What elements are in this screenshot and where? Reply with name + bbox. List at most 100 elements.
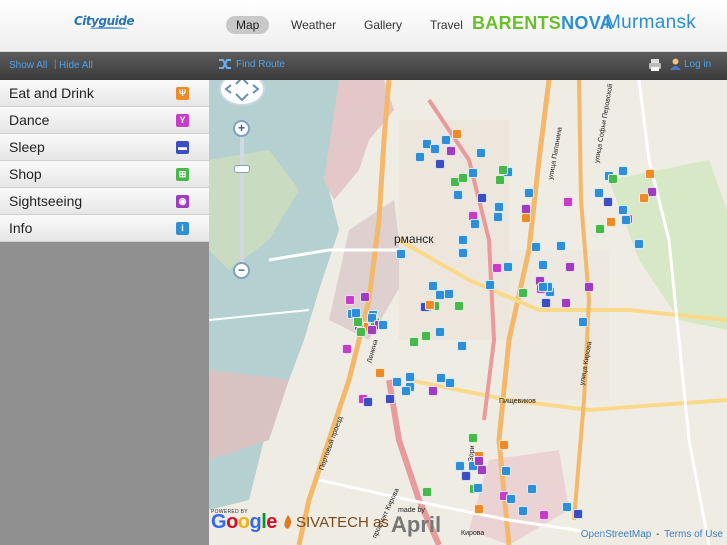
food-marker[interactable] bbox=[521, 213, 531, 223]
info-marker[interactable] bbox=[458, 235, 468, 245]
food-marker[interactable] bbox=[639, 193, 649, 203]
shop-marker[interactable] bbox=[454, 301, 464, 311]
shop-marker[interactable] bbox=[458, 173, 468, 183]
info-marker[interactable] bbox=[538, 282, 548, 292]
sleep-marker[interactable] bbox=[385, 394, 395, 404]
sight-marker[interactable] bbox=[584, 282, 594, 292]
sight-marker[interactable] bbox=[367, 325, 377, 335]
map-view[interactable]: рманск Портовый проезд Ленина проспект К… bbox=[209, 80, 727, 545]
cityguide-logo[interactable]: Cityguide bbox=[74, 14, 134, 31]
category-sightseeing[interactable]: Sightseeing ◉ bbox=[0, 188, 209, 215]
dance-marker[interactable] bbox=[539, 510, 549, 520]
info-marker[interactable] bbox=[618, 166, 628, 176]
info-marker[interactable] bbox=[634, 239, 644, 249]
info-marker[interactable] bbox=[351, 308, 361, 318]
info-marker[interactable] bbox=[444, 289, 454, 299]
info-marker[interactable] bbox=[527, 484, 537, 494]
dance-marker[interactable] bbox=[563, 197, 573, 207]
zoom-in-button[interactable]: + bbox=[233, 120, 250, 137]
sight-marker[interactable] bbox=[474, 456, 484, 466]
info-marker[interactable] bbox=[594, 188, 604, 198]
info-marker[interactable] bbox=[578, 317, 588, 327]
info-marker[interactable] bbox=[506, 494, 516, 504]
sight-marker[interactable] bbox=[561, 298, 571, 308]
info-marker[interactable] bbox=[494, 202, 504, 212]
food-marker[interactable] bbox=[425, 300, 435, 310]
zoom-slider-handle[interactable] bbox=[234, 165, 250, 173]
info-marker[interactable] bbox=[405, 372, 415, 382]
food-marker[interactable] bbox=[499, 440, 509, 450]
shop-marker[interactable] bbox=[468, 433, 478, 443]
shop-marker[interactable] bbox=[595, 224, 605, 234]
info-marker[interactable] bbox=[493, 212, 503, 222]
info-marker[interactable] bbox=[473, 483, 483, 493]
pan-control[interactable] bbox=[219, 80, 265, 106]
sight-marker[interactable] bbox=[428, 386, 438, 396]
info-marker[interactable] bbox=[476, 148, 486, 158]
login-button[interactable]: Log in bbox=[670, 58, 711, 70]
nav-gallery[interactable]: Gallery bbox=[364, 16, 402, 34]
zoom-slider[interactable] bbox=[240, 126, 244, 268]
show-all-link[interactable]: Show All bbox=[9, 60, 47, 71]
sight-marker[interactable] bbox=[360, 292, 370, 302]
sleep-marker[interactable] bbox=[603, 197, 613, 207]
sleep-marker[interactable] bbox=[573, 509, 583, 519]
info-marker[interactable] bbox=[524, 188, 534, 198]
sight-marker[interactable] bbox=[477, 465, 487, 475]
find-route-button[interactable]: Find Route bbox=[218, 58, 285, 70]
nav-travel[interactable]: Travel bbox=[430, 16, 463, 34]
info-marker[interactable] bbox=[621, 215, 631, 225]
shop-marker[interactable] bbox=[608, 174, 618, 184]
food-marker[interactable] bbox=[452, 129, 462, 139]
info-marker[interactable] bbox=[453, 190, 463, 200]
info-marker[interactable] bbox=[455, 461, 465, 471]
info-marker[interactable] bbox=[518, 506, 528, 516]
info-marker[interactable] bbox=[435, 290, 445, 300]
sight-marker[interactable] bbox=[565, 262, 575, 272]
info-marker[interactable] bbox=[458, 248, 468, 258]
dance-marker[interactable] bbox=[492, 263, 502, 273]
info-marker[interactable] bbox=[401, 386, 411, 396]
info-marker[interactable] bbox=[457, 341, 467, 351]
info-marker[interactable] bbox=[531, 242, 541, 252]
printer-icon[interactable] bbox=[648, 58, 662, 72]
sleep-marker[interactable] bbox=[461, 471, 471, 481]
shop-marker[interactable] bbox=[353, 317, 363, 327]
info-marker[interactable] bbox=[396, 249, 406, 259]
info-marker[interactable] bbox=[468, 168, 478, 178]
category-eat-and-drink[interactable]: Eat and Drink Ψ bbox=[0, 80, 209, 107]
food-marker[interactable] bbox=[375, 368, 385, 378]
food-marker[interactable] bbox=[606, 217, 616, 227]
category-shop[interactable]: Shop ⊞ bbox=[0, 161, 209, 188]
shop-marker[interactable] bbox=[421, 331, 431, 341]
sleep-marker[interactable] bbox=[477, 193, 487, 203]
dance-marker[interactable] bbox=[345, 295, 355, 305]
shop-marker[interactable] bbox=[422, 487, 432, 497]
shop-marker[interactable] bbox=[356, 327, 366, 337]
info-marker[interactable] bbox=[562, 502, 572, 512]
category-info[interactable]: Info i bbox=[0, 215, 209, 242]
info-marker[interactable] bbox=[441, 135, 451, 145]
google-logo[interactable]: Google bbox=[211, 511, 277, 534]
food-marker[interactable] bbox=[474, 504, 484, 514]
food-marker[interactable] bbox=[645, 169, 655, 179]
terms-of-use-link[interactable]: Terms of Use bbox=[664, 529, 723, 540]
category-sleep[interactable]: Sleep ▬ bbox=[0, 134, 209, 161]
info-marker[interactable] bbox=[430, 144, 440, 154]
sight-marker[interactable] bbox=[446, 146, 456, 156]
dance-marker[interactable] bbox=[342, 344, 352, 354]
shop-marker[interactable] bbox=[409, 337, 419, 347]
info-marker[interactable] bbox=[392, 377, 402, 387]
shop-marker[interactable] bbox=[518, 288, 528, 298]
zoom-out-button[interactable]: − bbox=[233, 262, 250, 279]
info-marker[interactable] bbox=[538, 260, 548, 270]
info-marker[interactable] bbox=[556, 241, 566, 251]
info-marker[interactable] bbox=[485, 280, 495, 290]
info-marker[interactable] bbox=[501, 466, 511, 476]
info-marker[interactable] bbox=[436, 373, 446, 383]
sleep-marker[interactable] bbox=[435, 159, 445, 169]
sivatech-logo[interactable]: SIVATECH as bbox=[283, 514, 389, 531]
april-logo[interactable]: April bbox=[391, 512, 441, 538]
barentsnova-brand[interactable]: BARENTSNOVA Murmansk bbox=[472, 12, 696, 34]
sleep-marker[interactable] bbox=[363, 397, 373, 407]
